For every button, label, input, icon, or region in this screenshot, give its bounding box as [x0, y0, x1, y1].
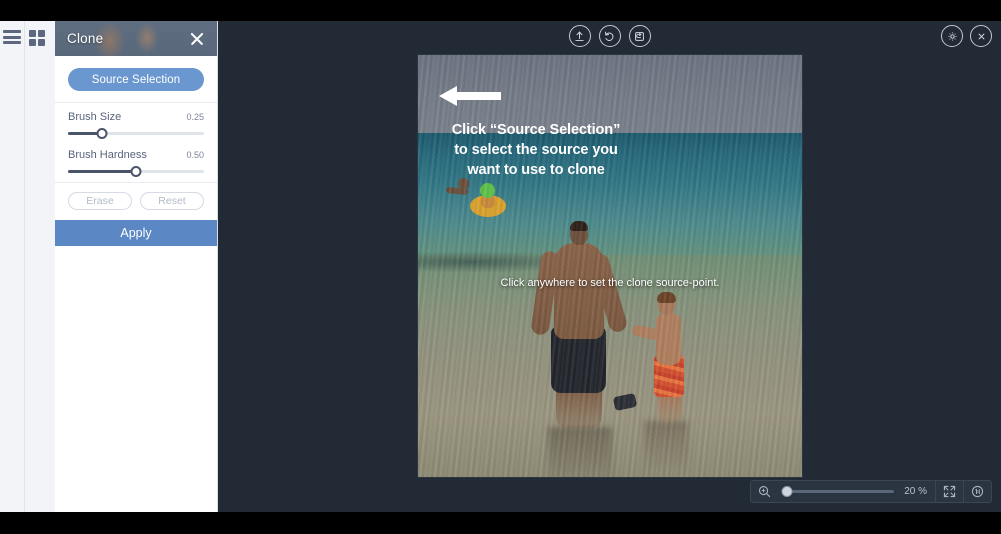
save-icon[interactable]: [628, 25, 651, 47]
image-canvas[interactable]: Click anywhere to set the clone source-p…: [418, 55, 802, 477]
brush-hardness-fill: [68, 170, 136, 173]
brush-size-block: Brush Size 0.25: [55, 103, 217, 141]
annotation-arrow-icon: [439, 85, 501, 107]
canvas-toolbar: [568, 25, 651, 47]
page-title: Clone: [67, 31, 104, 46]
annotation-line-3: want to use to clone: [467, 162, 605, 178]
brush-size-knob[interactable]: [96, 128, 108, 139]
canvas-hint-text: Click anywhere to set the clone source-p…: [500, 277, 720, 289]
screenshot-root: Clone Source Selection Brush Size 0.25 B…: [0, 0, 1001, 534]
letterbox-top: [0, 0, 1001, 21]
menu-icon[interactable]: [3, 30, 21, 44]
zoom-controls: 20 %: [750, 480, 992, 503]
brush-hardness-value: 0.50: [186, 150, 204, 160]
brush-hardness-label: Brush Hardness: [68, 149, 147, 161]
annotation-text: Click “Source Selection” to select the s…: [430, 120, 642, 180]
sidebar-rail-outer: [0, 21, 24, 512]
brush-hardness-knob[interactable]: [130, 166, 142, 177]
source-selection-row: Source Selection: [55, 56, 217, 103]
canvas-workspace[interactable]: Click anywhere to set the clone source-p…: [218, 21, 1001, 512]
source-selection-button[interactable]: Source Selection: [68, 68, 204, 91]
erase-button[interactable]: Erase: [68, 192, 132, 210]
panel-header: Clone: [55, 21, 217, 56]
zoom-magnifier-icon[interactable]: [751, 481, 778, 502]
grid-icon[interactable]: [29, 30, 45, 46]
apply-button[interactable]: Apply: [55, 220, 217, 246]
annotation-line-2: to select the source you: [454, 142, 618, 158]
zoom-percent-label: 20 %: [904, 486, 927, 497]
close-window-icon[interactable]: [970, 25, 992, 47]
brush-hardness-slider[interactable]: [68, 166, 204, 177]
annotation-line-1: Click “Source Selection”: [451, 122, 621, 138]
reset-button[interactable]: Reset: [140, 192, 204, 210]
canvas-top-right-tools: [941, 25, 992, 47]
zoom-slider[interactable]: [781, 485, 895, 497]
letterbox-bottom: [0, 512, 1001, 534]
zoom-slider-knob[interactable]: [781, 485, 793, 497]
panel-action-row: Erase Reset: [55, 183, 217, 220]
app-frame: Clone Source Selection Brush Size 0.25 B…: [0, 21, 1001, 512]
undo-icon[interactable]: [598, 25, 621, 47]
brush-size-slider[interactable]: [68, 128, 204, 139]
gear-icon[interactable]: [941, 25, 963, 47]
actual-size-icon[interactable]: [964, 481, 991, 502]
sidebar-rail-inner: [24, 21, 55, 512]
brush-size-value: 0.25: [186, 112, 204, 122]
clone-tool-panel: Clone Source Selection Brush Size 0.25 B…: [55, 21, 218, 512]
fit-to-screen-icon[interactable]: [936, 481, 963, 502]
photo-water-texture: [418, 55, 802, 477]
upload-icon[interactable]: [568, 25, 591, 47]
close-icon[interactable]: [188, 30, 206, 48]
panel-body: Source Selection Brush Size 0.25 Brush H…: [55, 56, 217, 246]
brush-size-label: Brush Size: [68, 111, 122, 123]
brush-hardness-block: Brush Hardness 0.50: [55, 141, 217, 183]
